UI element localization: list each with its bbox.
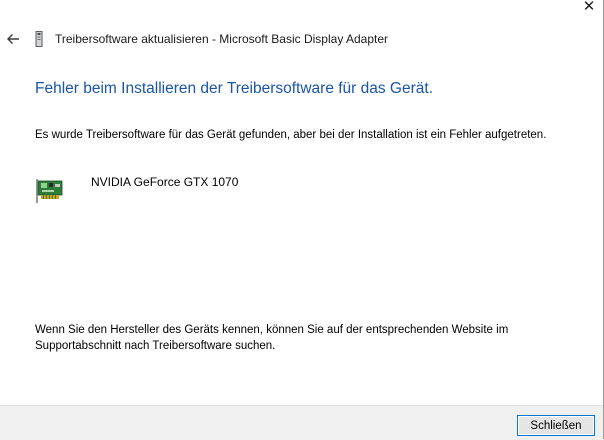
close-icon[interactable]: ✕ [582,0,596,14]
back-arrow-icon[interactable] [4,30,22,48]
close-button[interactable]: Schließen [517,415,595,436]
error-heading: Fehler beim Installieren der Treibersoft… [35,80,434,97]
graphics-card-icon [36,179,63,203]
error-message: Es wurde Treibersoftware für das Gerät g… [35,129,547,141]
window-title: Treibersoftware aktualisieren - Microsof… [55,32,389,46]
device-manager-icon [35,31,43,47]
device-name: NVIDIA GeForce GTX 1070 [91,175,239,189]
footer-bar [0,405,603,440]
hint-message: Wenn Sie den Hersteller des Geräts kenne… [35,324,509,352]
